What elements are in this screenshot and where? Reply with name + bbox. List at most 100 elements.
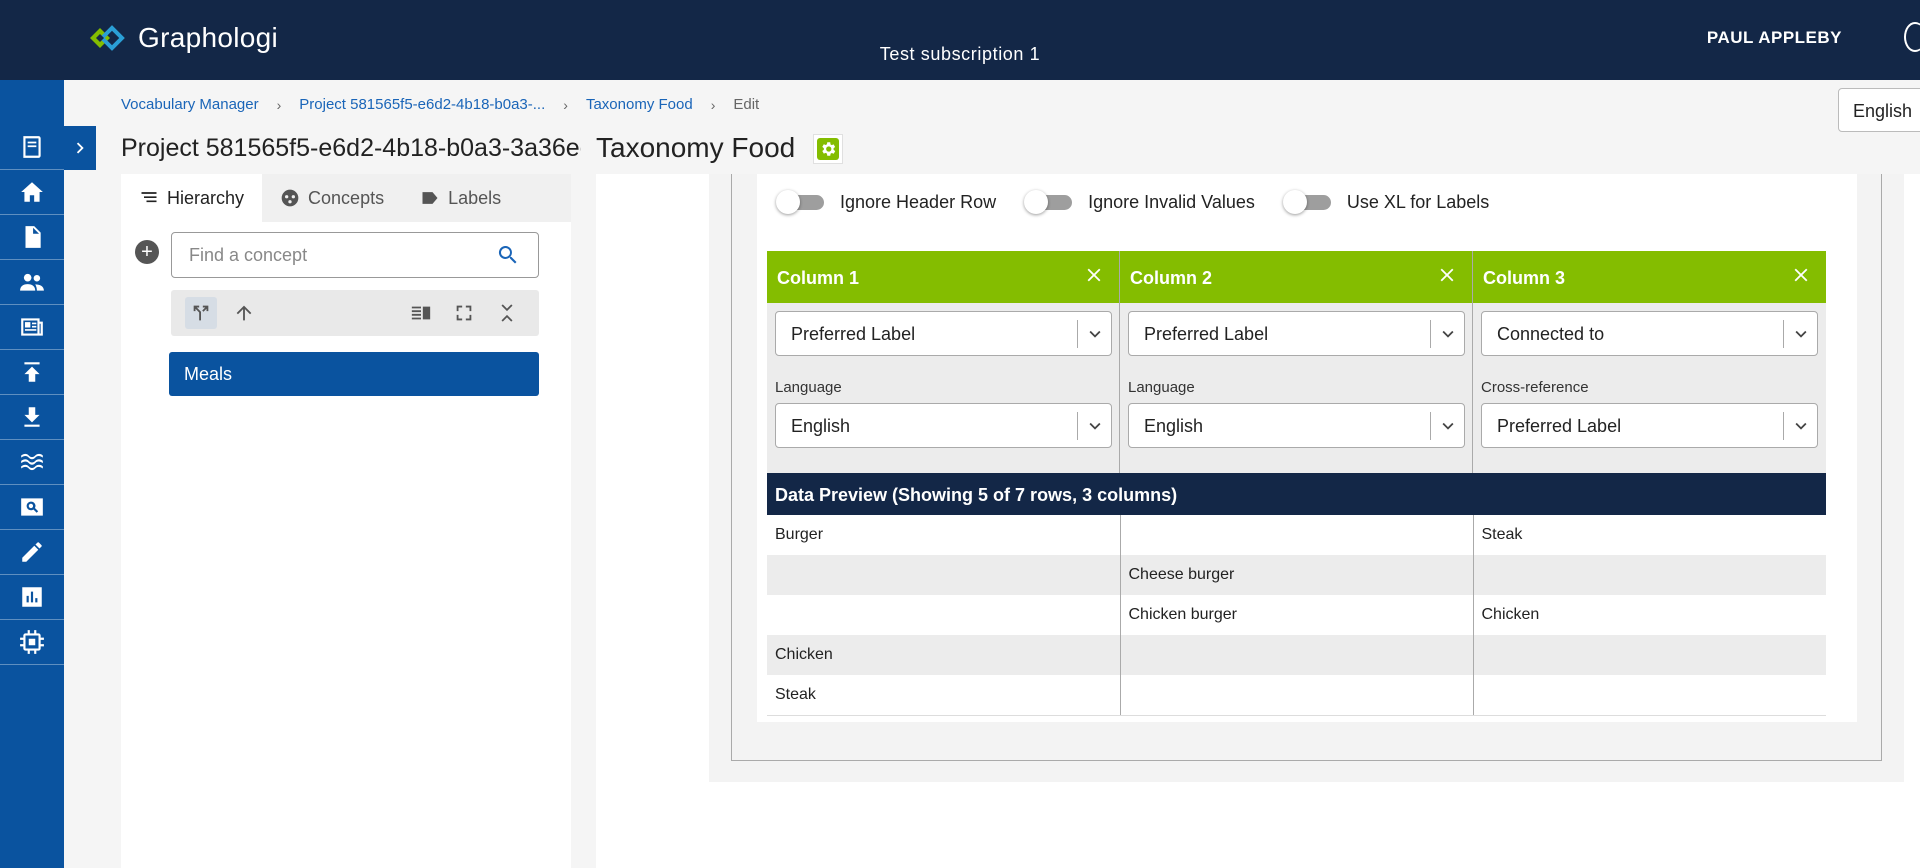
column-type-select[interactable]: Connected to [1481,311,1818,356]
breadcrumb-current: Edit [733,96,760,113]
home-icon[interactable] [0,170,64,215]
column-type-select[interactable]: Preferred Label [775,311,1112,356]
column-header: Column 1 [767,251,1119,303]
toggle-ignore-header-row[interactable]: Ignore Header Row [776,188,996,216]
chart-icon[interactable] [0,575,64,620]
waves-icon[interactable] [0,440,64,485]
search-icon[interactable] [496,243,520,267]
breadcrumb: Vocabulary Manager › Project 581565f5-e6… [121,96,759,113]
toggle-use-xl-for-labels[interactable]: Use XL for Labels [1282,188,1490,216]
merge-icon[interactable] [185,297,217,329]
toggle-switch[interactable] [776,188,824,216]
toggle-label: Ignore Invalid Values [1088,191,1255,212]
tab-hierarchy-label: Hierarchy [167,187,245,208]
table-cell [1473,635,1826,675]
table-cell [767,595,1121,635]
table-cell [1120,515,1474,555]
collapse-all-icon[interactable] [491,297,523,329]
newspaper-icon[interactable] [0,305,64,350]
mapping-column-2: Column 2 Preferred Label Language Englis… [1120,251,1473,473]
arrow-up-icon[interactable] [228,297,260,329]
table-cell: Steak [767,675,1121,716]
add-concept-button[interactable]: + [135,240,159,264]
data-preview-title: Data Preview (Showing 5 of 7 rows, 3 col… [767,473,1826,515]
toggle-view-icon[interactable] [405,297,437,329]
table-row: Chicken burger Chicken [767,595,1826,635]
expand-sidebar-button[interactable] [64,126,96,170]
tab-labels[interactable]: Labels [402,174,519,222]
project-title: Project 581565f5-e6d2-4b18-b0a3-3a36ee0.… [121,134,581,162]
mapping-column-3: Column 3 Connected to Cross-reference Pr… [1473,251,1826,473]
document-icon[interactable] [0,215,64,260]
search-image-icon[interactable] [0,485,64,530]
data-preview-table: Burger Steak Cheese burger Chicken burge… [767,515,1826,716]
breadcrumb-vocabulary-manager[interactable]: Vocabulary Manager [121,96,259,113]
list-icon [141,192,157,203]
language-value: English [1144,416,1204,436]
chevron-down-icon [1430,320,1464,348]
close-icon[interactable] [1436,264,1458,286]
taxonomy-title: Taxonomy Food [596,132,796,163]
column-header: Column 2 [1120,251,1472,303]
bubbles-icon [281,189,299,207]
close-icon[interactable] [1790,264,1812,286]
tab-hierarchy[interactable]: Hierarchy [121,174,263,222]
tag-icon [422,192,438,204]
table-cell: Steak [1481,526,1523,543]
panel-tabs: Hierarchy Concepts Labels [121,174,571,222]
toggle-ignore-invalid-values[interactable]: Ignore Invalid Values [1024,188,1255,216]
table-row: Cheese burger [767,555,1826,595]
subscription-name[interactable]: Test subscription 1 [0,44,1920,65]
chevron-down-icon [1783,412,1817,440]
language-select[interactable]: English [775,403,1112,448]
fullscreen-icon[interactable] [448,297,480,329]
upload-icon[interactable] [0,350,64,395]
tab-concepts[interactable]: Concepts [262,174,402,222]
table-cell: Burger [767,515,1121,555]
user-name[interactable]: PAUL APPLEBY [1707,28,1842,48]
cross-reference-select[interactable]: Preferred Label [1481,403,1818,448]
chevron-right-icon [76,142,84,154]
toggle-label: Ignore Header Row [840,191,997,212]
language-select[interactable]: English [1128,403,1465,448]
chip-icon[interactable] [0,620,64,665]
toggle-label: Use XL for Labels [1346,191,1490,212]
cross-reference-value: Preferred Label [1497,416,1622,436]
column-title: Column 3 [1483,268,1566,288]
hierarchy-panel: Hierarchy Concepts Labels + Find a conce… [121,174,571,868]
column-type-select[interactable]: Preferred Label [1128,311,1465,356]
pencil-icon[interactable] [0,530,64,575]
column-type-value: Preferred Label [1144,324,1269,344]
plus-icon: + [141,241,153,263]
tab-labels-label: Labels [448,187,502,208]
breadcrumb-project[interactable]: Project 581565f5-e6d2-4b18-b0a3-... [299,96,545,113]
column-type-value: Connected to [1497,324,1605,344]
download-icon[interactable] [0,395,64,440]
concept-search [171,232,539,278]
breadcrumb-taxonomy[interactable]: Taxonomy Food [586,96,693,113]
language-selector[interactable]: English [1838,88,1920,132]
table-cell [1120,635,1474,675]
table-cell: Cheese burger [1120,555,1474,595]
toggle-switch[interactable] [1282,188,1331,216]
icon-sidebar [0,80,64,868]
notebook-icon[interactable] [0,125,64,170]
avatar[interactable] [1904,22,1920,52]
table-cell [767,555,1121,595]
toggle-switch[interactable] [1024,188,1073,216]
table-cell [1473,555,1826,595]
people-icon[interactable] [0,260,64,305]
tree-item-meals[interactable]: Meals [169,352,539,396]
close-icon[interactable] [1083,264,1105,286]
taxonomy-settings-button[interactable] [813,134,843,164]
search-input[interactable] [172,233,472,277]
tree-toolbar [171,290,539,336]
table-row: Burger Steak [767,515,1826,555]
table-cell [1120,675,1474,716]
table-row: Chicken [767,635,1826,675]
table-row: Steak [767,675,1826,716]
field-label: Language [1128,379,1195,396]
table-cell [1473,675,1826,716]
mapping-column-1: Column 1 Preferred Label Language Englis… [767,251,1120,473]
